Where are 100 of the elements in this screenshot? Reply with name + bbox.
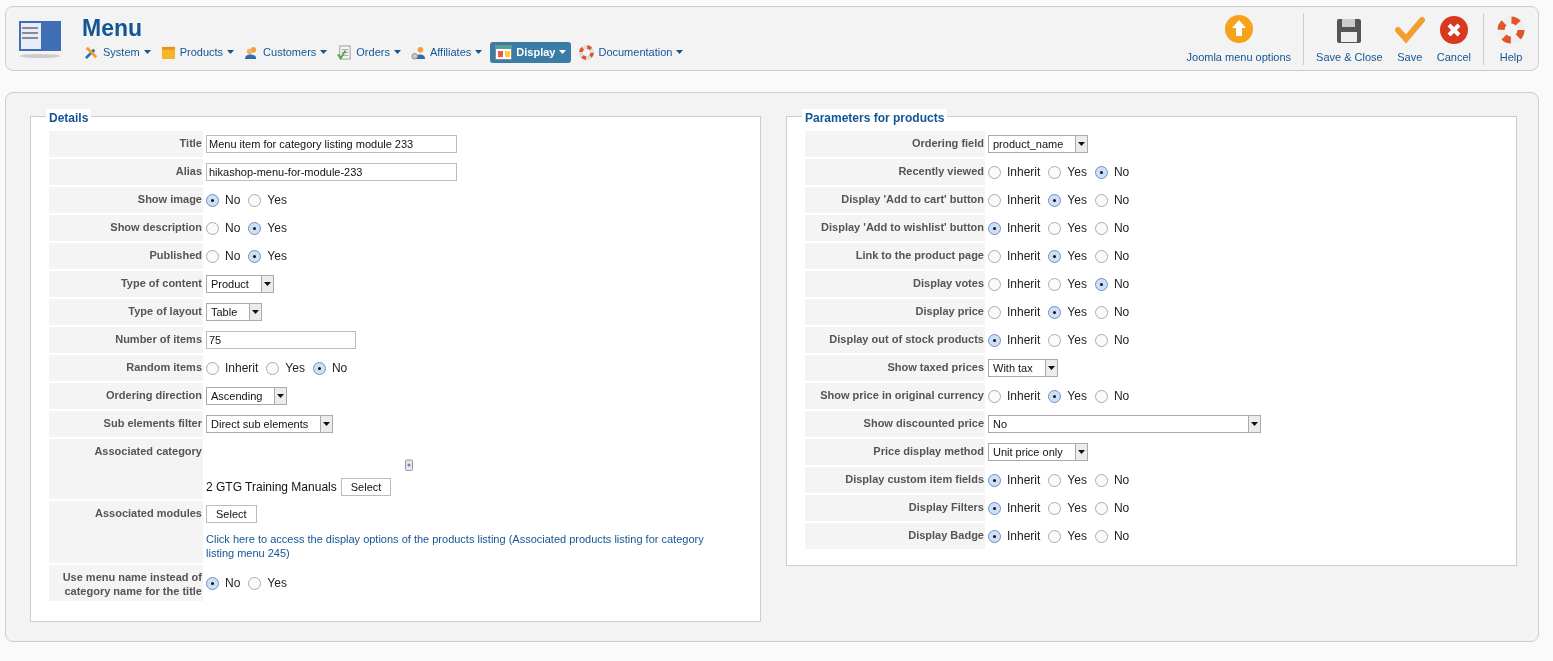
radio-button[interactable]	[1094, 389, 1108, 403]
radio-label: Yes	[1067, 304, 1087, 321]
radio-button[interactable]	[1048, 333, 1062, 347]
radio-button[interactable]	[1048, 193, 1062, 207]
dropdown[interactable]: Product	[206, 275, 274, 293]
user-coin-icon	[410, 44, 426, 60]
caret-icon	[227, 49, 235, 55]
radio-button[interactable]	[248, 576, 262, 590]
radio-label: No	[225, 192, 241, 209]
radio-button[interactable]	[312, 361, 326, 375]
menu-tab[interactable]: Products	[158, 41, 237, 63]
radio-label: Inherit	[1007, 472, 1041, 489]
select-button[interactable]: Select	[206, 505, 257, 523]
caret-icon	[559, 49, 567, 55]
radio-label: Inherit	[1007, 304, 1041, 321]
radio-button[interactable]	[206, 361, 219, 375]
radio-label: Inherit	[1007, 332, 1041, 349]
radio-button[interactable]	[1048, 305, 1062, 319]
dropdown[interactable]: product_name	[988, 135, 1089, 153]
field-label: Random items	[49, 355, 203, 381]
radio-button[interactable]	[248, 193, 262, 207]
menu-tab[interactable]: Display	[490, 41, 572, 63]
toolbar-button[interactable]: Cancel	[1430, 11, 1477, 66]
radio-label: Yes	[1067, 248, 1087, 265]
radio-button[interactable]	[1094, 277, 1108, 291]
field-label: Display out of stock products	[805, 327, 985, 353]
radio-button[interactable]	[988, 529, 1001, 543]
radio-button[interactable]	[988, 165, 1001, 179]
radio-label: Yes	[1067, 276, 1087, 293]
menu-tab[interactable]: Affiliates	[408, 41, 485, 63]
dropdown[interactable]: Table	[206, 303, 263, 321]
radio-button[interactable]	[248, 249, 262, 263]
field-label: Display price	[805, 299, 985, 325]
radio-button[interactable]	[1094, 249, 1108, 263]
field-label: Show description	[49, 215, 203, 241]
menu-tab[interactable]: Customers	[242, 41, 330, 63]
radio-button[interactable]	[1094, 305, 1108, 319]
radio-button[interactable]	[1048, 529, 1062, 543]
toolbar-button[interactable]: Joomla menu options	[1180, 11, 1298, 66]
radio-button[interactable]	[1048, 277, 1062, 291]
radio-button[interactable]	[206, 221, 219, 235]
radio-button[interactable]	[988, 249, 1001, 263]
radio-button[interactable]	[1094, 501, 1108, 515]
radio-button[interactable]	[988, 333, 1001, 347]
radio-button[interactable]	[1094, 165, 1108, 179]
radio-button[interactable]	[1094, 193, 1108, 207]
dropdown[interactable]: No	[988, 415, 1261, 433]
document-icon	[337, 44, 353, 60]
field-label: Display Badge	[805, 523, 985, 549]
radio-button[interactable]	[988, 193, 1001, 207]
text-input[interactable]: hikashop-menu-for-module-233	[206, 163, 457, 181]
toolbar-button[interactable]: Help	[1490, 11, 1532, 66]
toolbar-button[interactable]: Save	[1388, 11, 1431, 66]
field-label: Show discounted price	[805, 411, 985, 437]
radio-button[interactable]	[1094, 333, 1108, 347]
menu-tab[interactable]: Orders	[335, 41, 403, 63]
menu-tab[interactable]: Documentation	[577, 41, 686, 63]
radio-button[interactable]	[1094, 473, 1108, 487]
radio-button[interactable]	[988, 305, 1001, 319]
trash-icon[interactable]	[405, 459, 414, 471]
text-input[interactable]: 75	[206, 331, 356, 349]
dropdown[interactable]: Ascending	[206, 387, 288, 405]
arrow-up-icon	[1222, 13, 1255, 45]
radio-button[interactable]	[1048, 501, 1062, 515]
radio-label: No	[225, 220, 241, 237]
lifebuoy-icon	[1496, 15, 1526, 45]
options-link[interactable]: Click here to access the display options of the products listing (Associated products listing for category listing menu 245)	[206, 532, 706, 560]
radio-button[interactable]	[1094, 529, 1108, 543]
dropdown[interactable]: With tax	[988, 359, 1058, 377]
radio-button[interactable]	[1048, 389, 1062, 403]
radio-button[interactable]	[206, 576, 219, 590]
radio-button[interactable]	[988, 389, 1001, 403]
radio-button[interactable]	[988, 277, 1001, 291]
radio-button[interactable]	[988, 473, 1001, 487]
toolbar-button[interactable]: Save & Close	[1310, 11, 1389, 66]
radio-button[interactable]	[206, 249, 219, 263]
dropdown[interactable]: Direct sub elements	[206, 415, 334, 433]
checkmark-icon	[1394, 17, 1425, 45]
radio-label: Inherit	[1007, 248, 1041, 265]
field-label: Type of content	[49, 271, 203, 297]
field-label: Number of items	[49, 327, 203, 353]
radio-button[interactable]	[248, 221, 262, 235]
radio-button[interactable]	[1048, 249, 1062, 263]
radio-button[interactable]	[988, 221, 1001, 235]
radio-label: Inherit	[1007, 528, 1041, 545]
radio-label: No	[1113, 332, 1130, 349]
radio-button[interactable]	[1094, 221, 1108, 235]
radio-button[interactable]	[988, 501, 1001, 515]
radio-label: Yes	[1067, 192, 1087, 209]
radio-button[interactable]	[1048, 221, 1062, 235]
caret-icon	[676, 49, 684, 55]
radio-button[interactable]	[266, 361, 280, 375]
dropdown[interactable]: Unit price only	[988, 443, 1088, 461]
menu-tab[interactable]: System	[82, 41, 153, 63]
radio-button[interactable]	[1048, 165, 1062, 179]
radio-button[interactable]	[1048, 473, 1062, 487]
select-button[interactable]: Select	[340, 478, 392, 496]
text-input[interactable]: Menu item for category listing module 233	[206, 135, 457, 153]
field-label: Recently viewed	[805, 159, 985, 185]
radio-button[interactable]	[206, 193, 219, 207]
